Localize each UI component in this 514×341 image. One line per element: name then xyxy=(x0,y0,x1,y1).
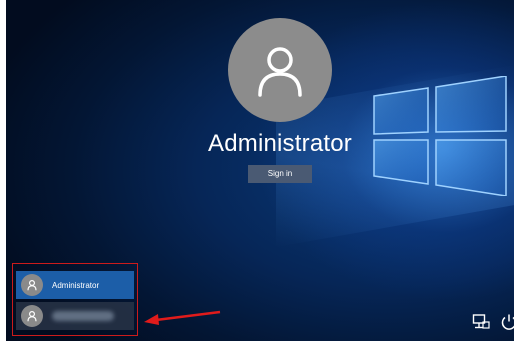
user-item-other[interactable] xyxy=(16,302,134,330)
sign-in-button[interactable]: Sign in xyxy=(248,165,312,183)
user-avatar xyxy=(228,18,332,122)
user-name: Administrator xyxy=(208,130,352,157)
user-avatar-small xyxy=(21,274,43,296)
user-switcher-list: Administrator xyxy=(12,263,138,336)
user-icon xyxy=(258,47,302,97)
network-icon[interactable] xyxy=(472,313,490,331)
user-item-label: Administrator xyxy=(52,280,100,290)
user-avatar-small xyxy=(21,305,43,327)
user-icon xyxy=(27,280,37,291)
red-arrow-annotation xyxy=(144,310,221,325)
user-item-administrator[interactable]: Administrator xyxy=(16,271,134,299)
power-icon[interactable] xyxy=(500,313,514,331)
lock-screen: Administrator Sign in Administrator xyxy=(6,0,514,341)
blurred-user-name xyxy=(52,311,114,321)
user-icon xyxy=(27,311,37,322)
windows-logo-icon xyxy=(373,76,507,196)
